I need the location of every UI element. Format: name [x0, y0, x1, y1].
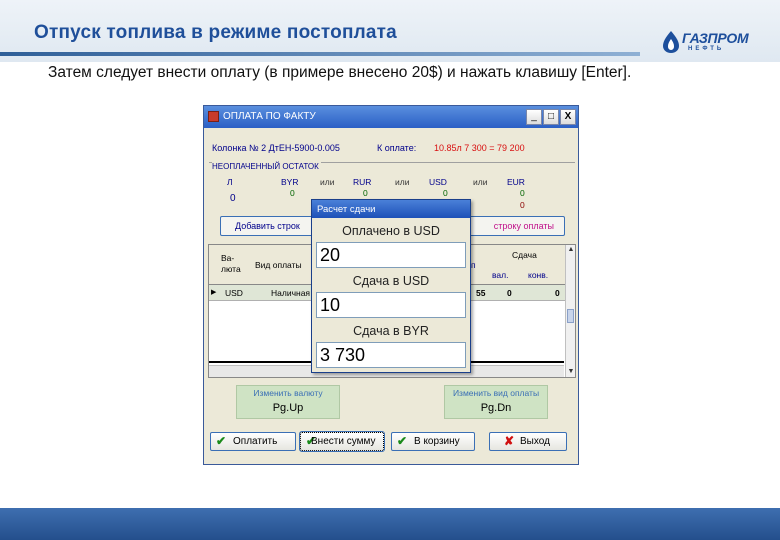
change-usd-field: 10 [316, 292, 466, 318]
eur-extra-value: 0 [520, 200, 525, 210]
to-pay-label: К оплате: [377, 143, 417, 153]
add-row-label-right: строку оплаты [493, 221, 554, 231]
window-titlebar[interactable]: ОПЛАТА ПО ФАКТУ _ □ X [204, 106, 578, 128]
change-pay-type-label: Изменить вид оплаты [452, 388, 540, 398]
unpaid-balance-legend: НЕОПЛАЧЕННЫЙ ОСТАТОК [212, 162, 321, 171]
grid-header-change-cur: вал. [492, 270, 509, 280]
grid-header-currency: Ва- люта [221, 253, 241, 274]
or-label-3: или [473, 177, 488, 187]
to-pay-value: 10.85л 7 300 = 79 200 [434, 143, 525, 153]
change-pay-type-key: Pg.Dn [480, 402, 512, 414]
close-x-icon: ✘ [504, 434, 515, 448]
change-currency-hotkey[interactable]: Изменить валюту Pg.Up [236, 385, 340, 419]
grid-vertical-scrollbar[interactable]: ▲ ▼ [565, 245, 575, 377]
maximize-button[interactable]: □ [543, 109, 559, 125]
scroll-down-icon[interactable]: ▼ [566, 367, 576, 377]
grid-header-change-conv: конв. [528, 270, 549, 280]
byr-label: BYR [281, 177, 299, 187]
row-amount-partial: 55 [476, 288, 486, 298]
close-button[interactable]: X [560, 109, 576, 125]
slide-footer [0, 508, 780, 540]
eur-label: EUR [507, 177, 525, 187]
scroll-thumb[interactable] [567, 309, 574, 323]
rur-value: 0 [363, 188, 368, 198]
enter-sum-button[interactable]: ✔ Внести сумму [299, 431, 385, 452]
liters-label: Л [227, 177, 233, 187]
exit-button-label: Выход [520, 436, 550, 447]
eur-value: 0 [520, 188, 525, 198]
change-byr-label: Сдача в BYR [353, 324, 429, 338]
row-change-cur: 0 [507, 288, 512, 298]
enter-sum-button-label: Внести сумму [311, 436, 376, 447]
paid-usd-label: Оплачено в USD [342, 224, 440, 238]
byr-value: 0 [290, 188, 295, 198]
header-band [0, 52, 640, 56]
grid-header-partial: п [471, 260, 476, 270]
add-row-label-left: Добавить строк [235, 221, 300, 231]
row-marker-icon: ▶ [211, 289, 217, 296]
flame-icon [663, 31, 679, 53]
slide-header: Отпуск топлива в режиме постоплата ГАЗПР… [0, 0, 780, 62]
or-label-1: или [320, 177, 335, 187]
logo-brand: ГАЗПРОМ [682, 30, 749, 46]
row-change-conv: 0 [555, 288, 560, 298]
checkmark-icon: ✔ [216, 434, 227, 448]
grid-header-pay-type: Вид оплаты [255, 260, 302, 270]
change-usd-label: Сдача в USD [352, 274, 430, 288]
row-currency: USD [225, 288, 243, 298]
window-title: ОПЛАТА ПО ФАКТУ [223, 111, 316, 122]
change-calculation-dialog: Расчет сдачи Оплачено в USD 20 Сдача в U… [311, 199, 471, 373]
change-currency-label: Изменить валюту [253, 388, 323, 398]
slide-title: Отпуск топлива в режиме постоплата [34, 22, 397, 43]
row-pay-type: Наличная [271, 288, 311, 298]
add-to-basket-button[interactable]: ✔ В корзину [391, 432, 475, 451]
instruction-text: Затем следует внести оплату (в примере в… [48, 64, 632, 81]
add-to-basket-button-label: В корзину [414, 436, 460, 447]
pay-button[interactable]: ✔ Оплатить [210, 432, 296, 451]
checkmark-icon: ✔ [397, 434, 408, 448]
or-label-2: или [395, 177, 410, 187]
rur-label: RUR [353, 177, 372, 187]
pump-info-row: Колонка № 2 ДтЕН-5900-0.005 К оплате: 10… [212, 143, 578, 155]
pump-column-label: Колонка № 2 ДтЕН-5900-0.005 [212, 143, 340, 153]
change-pay-type-hotkey[interactable]: Изменить вид оплаты Pg.Dn [444, 385, 548, 419]
scroll-up-icon[interactable]: ▲ [566, 245, 576, 255]
usd-label: USD [429, 177, 447, 187]
exit-button[interactable]: ✘ Выход [489, 432, 567, 451]
logo-sub: НЕФТЬ [688, 46, 725, 52]
gazprom-neft-logo: ГАЗПРОМ НЕФТЬ [660, 28, 749, 54]
app-icon [208, 111, 219, 122]
grid-header-change: Сдача [512, 250, 537, 260]
change-currency-key: Pg.Up [272, 402, 304, 414]
change-byr-field: 3 730 [316, 342, 466, 368]
change-dialog-titlebar[interactable]: Расчет сдачи [312, 200, 470, 218]
minimize-button[interactable]: _ [526, 109, 542, 125]
liters-value: 0 [230, 193, 236, 204]
usd-value: 0 [443, 188, 448, 198]
pay-button-label: Оплатить [233, 436, 278, 447]
paid-usd-input[interactable]: 20 [316, 242, 466, 268]
change-dialog-title: Расчет сдачи [317, 204, 376, 215]
